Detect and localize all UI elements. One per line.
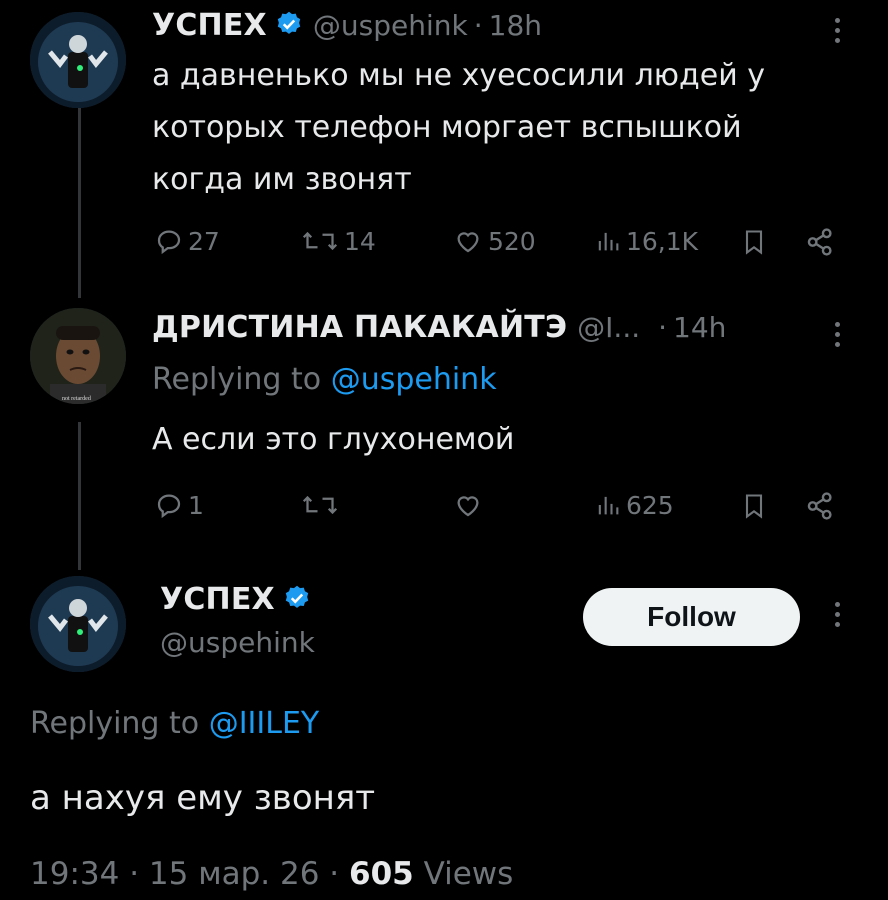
handle[interactable]: @uspehink [160,626,315,659]
timestamp[interactable]: 18h [489,9,542,42]
tweet-time[interactable]: 19:34 [30,856,119,892]
like-button[interactable]: 520 [452,226,536,256]
tweet-text-line: которых телефон моргает вспышкой [152,110,742,145]
avatar[interactable] [30,576,126,672]
tweet-text: а давненько мы не хуесосили людей у кото… [152,50,765,206]
timestamp[interactable]: 14h [673,311,726,344]
verified-badge-icon [275,10,303,42]
follow-button[interactable]: Follow [583,588,800,646]
more-options-icon[interactable] [834,602,842,632]
views-button[interactable]: 16,1K [594,226,698,256]
separator: · [129,856,140,892]
reply-count: 27 [188,226,220,256]
tweet-text-line: когда им звонят [152,162,412,197]
share-button[interactable] [804,226,836,258]
tweet-actions: 27 14 520 16,1K [0,222,888,262]
view-count: 625 [626,490,674,520]
retweet-icon [302,495,338,515]
thread-line [78,108,81,298]
share-button[interactable] [804,490,836,522]
replying-to: Replying to @IIILEY [30,706,319,741]
avatar[interactable] [30,12,126,108]
reply-icon [157,494,181,519]
tweet-meta: 19:34 · 15 мар. 26 · 605 Views [30,856,513,892]
tweet-text: А если это глухонемой [152,422,515,457]
retweet-count: 14 [344,226,376,256]
verified-badge-icon [283,584,311,616]
handle[interactable]: @uspehink [313,9,468,42]
analytics-icon [598,496,619,515]
tweet-header: УСПЕХ @uspehink · 18h [152,8,542,43]
reply-icon [157,230,181,255]
views-count[interactable]: 605 [349,856,414,892]
replying-to: Replying to @uspehink [152,362,497,397]
display-name[interactable]: УСПЕХ [160,582,275,617]
main-tweet-text: а нахуя ему звонят [30,778,376,818]
avatar-caption: not retarded [62,396,91,402]
tweet-text-line: а давненько мы не хуесосили людей у [152,58,765,93]
heart-icon [457,496,479,517]
retweet-button[interactable]: 14 [300,226,376,256]
replying-prefix: Replying to [152,362,322,397]
separator: · [329,856,340,892]
reply-button[interactable]: 27 [154,226,220,256]
replying-prefix: Replying to [30,706,200,741]
share-icon [807,492,832,520]
display-name[interactable]: ДРИСТИНА ПАКАКАЙТЭ [152,310,567,345]
main-tweet-name: УСПЕХ [160,582,311,617]
like-button[interactable] [452,490,484,520]
retweet-button[interactable] [300,490,340,520]
retweet-icon [302,231,338,251]
views-label: Views [423,856,514,892]
bookmark-button[interactable] [740,490,768,522]
separator: · [473,9,483,42]
more-options-icon[interactable] [834,18,842,48]
mention-link[interactable]: @uspehink [331,362,497,397]
display-name[interactable]: УСПЕХ [152,8,267,43]
avatar[interactable] [30,308,126,404]
mention-link[interactable]: @IIILEY [209,706,320,741]
bookmark-button[interactable] [740,226,768,258]
share-icon [807,228,832,256]
reply-count: 1 [188,490,204,520]
tweet-header: ДРИСТИНА ПАКАКАЙТЭ @I... · 14h [152,310,726,345]
separator: · [658,311,668,344]
reply-button[interactable]: 1 [154,490,204,520]
handle[interactable]: @I... [577,311,640,344]
bookmark-icon [745,230,763,255]
heart-icon [457,232,479,253]
tweet-date[interactable]: 15 мар. 26 [149,856,320,892]
tweet-actions: 1 625 [0,486,888,526]
more-options-icon[interactable] [834,322,842,352]
view-count: 16,1K [626,226,699,256]
analytics-icon [598,232,619,251]
like-count: 520 [488,226,536,256]
bookmark-icon [745,494,763,519]
views-button[interactable]: 625 [594,490,674,520]
